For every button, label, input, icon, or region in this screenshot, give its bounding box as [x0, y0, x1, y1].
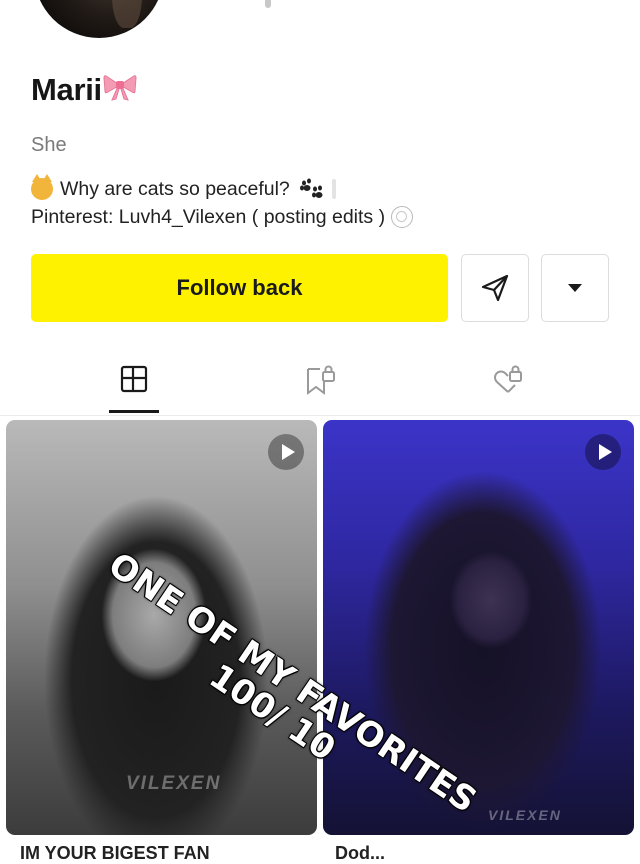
- active-tab-indicator: [109, 410, 159, 413]
- partial-icon: [265, 0, 271, 8]
- tab-videos[interactable]: [104, 355, 164, 415]
- video-thumbnail-2[interactable]: VILEXEN: [323, 420, 634, 835]
- bow-icon: [103, 71, 137, 109]
- spider-web-icon: [391, 206, 414, 228]
- profile-avatar[interactable]: [34, 0, 164, 38]
- send-message-button[interactable]: [461, 254, 529, 322]
- grid-icon: [120, 365, 148, 393]
- liked-locked-icon: [494, 365, 522, 393]
- follow-back-button[interactable]: Follow back: [31, 254, 448, 322]
- bio-line-1: Why are cats so peaceful?: [31, 174, 413, 203]
- tab-liked[interactable]: [478, 355, 538, 415]
- video-caption-2[interactable]: Dod...: [335, 843, 385, 864]
- video-caption-1[interactable]: IM YOUR BIGEST FAN: [20, 843, 210, 864]
- profile-bio: Why are cats so peaceful? Pinterest: Luv…: [31, 174, 414, 231]
- send-icon: [481, 274, 509, 302]
- divider-mark-icon: [331, 179, 336, 199]
- bio-line-2: Pinterest: Luvh4_Vilexen ( posting edits…: [31, 203, 414, 231]
- caret-down-icon: [568, 284, 582, 292]
- bio-line-2-text[interactable]: Pinterest: Luvh4_Vilexen ( posting edits…: [31, 203, 385, 231]
- video-watermark: VILEXEN: [126, 773, 222, 794]
- video-grid: VILEXEN VILEXEN: [0, 420, 640, 855]
- video-thumbnail-1[interactable]: VILEXEN: [6, 420, 317, 835]
- saved-locked-icon: [307, 365, 335, 395]
- profile-pronouns: She: [31, 134, 67, 156]
- profile-name: Marii: [31, 71, 137, 109]
- tab-saved[interactable]: [291, 355, 351, 415]
- play-icon: [585, 434, 621, 470]
- more-options-button[interactable]: [541, 254, 609, 322]
- profile-name-text: Marii: [31, 72, 102, 107]
- play-icon: [268, 434, 304, 470]
- bio-line-1-text: Why are cats so peaceful?: [60, 178, 290, 200]
- paw-prints-icon: [298, 178, 324, 200]
- cat-face-icon: [31, 174, 53, 200]
- profile-tabs: [0, 355, 640, 416]
- video-watermark: VILEXEN: [488, 807, 562, 823]
